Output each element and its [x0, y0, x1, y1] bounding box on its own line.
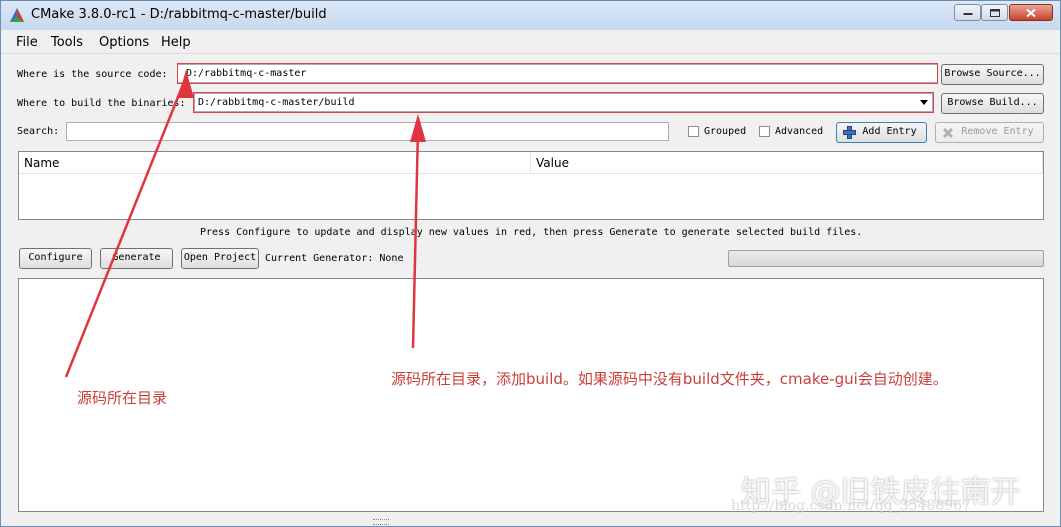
source-arrow [64, 81, 186, 378]
build-arrow [411, 127, 420, 349]
annotation-arrows [64, 70, 426, 378]
source-arrow-head [178, 70, 194, 98]
build-arrow-head [410, 114, 426, 142]
